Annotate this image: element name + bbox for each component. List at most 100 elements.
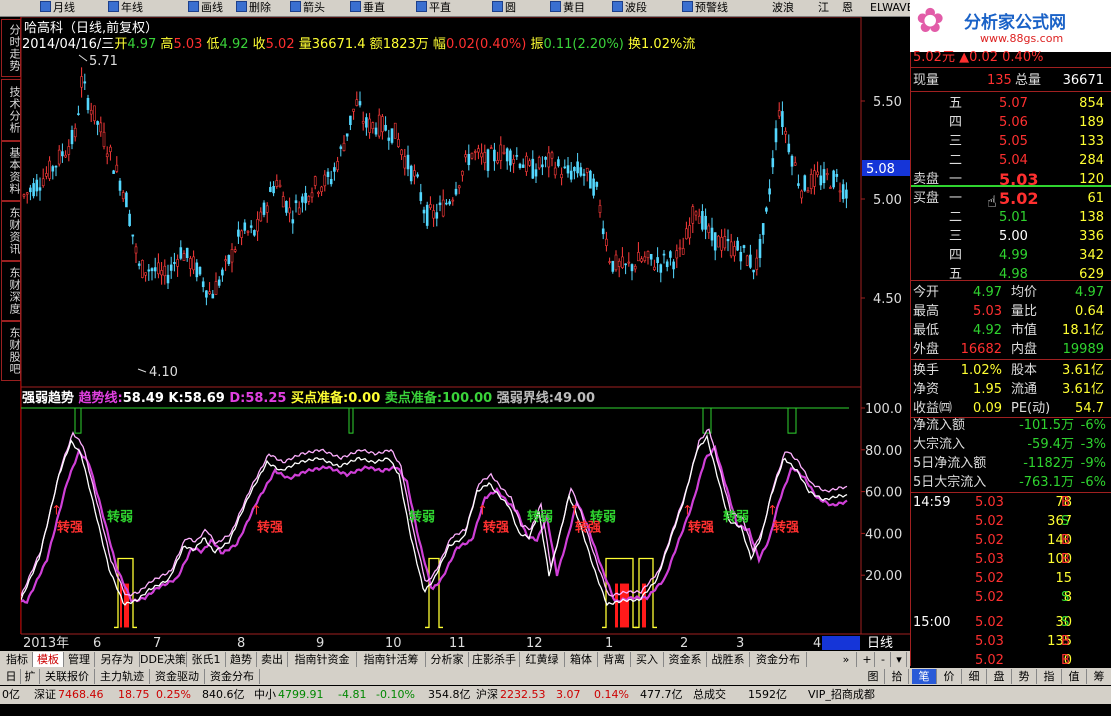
indicator-tab-15[interactable]: 买入 bbox=[631, 652, 664, 667]
toolbar-btn-14[interactable]: ELWAVE bbox=[870, 0, 914, 16]
indicator-tab-3[interactable]: 另存为 bbox=[95, 652, 140, 667]
view-tab-3[interactable]: 主力轨迹 bbox=[95, 669, 150, 684]
right-tab-4[interactable]: 势 bbox=[1012, 669, 1037, 684]
bid-row: 四 4.99 342 bbox=[911, 246, 1111, 265]
indicator-tab-9[interactable]: 指南针活筹 bbox=[357, 652, 426, 667]
candle bbox=[77, 105, 80, 116]
tool-icon bbox=[612, 1, 623, 12]
indicator-tab-11[interactable]: 庄影杀手 bbox=[469, 652, 520, 667]
vtab-2[interactable]: 基本资料 bbox=[1, 141, 21, 201]
stat-value: 5.03 bbox=[973, 304, 1002, 319]
candle bbox=[121, 190, 125, 202]
right-top-tab-1[interactable]: 拾 bbox=[886, 669, 909, 684]
candle bbox=[185, 247, 189, 262]
candle bbox=[54, 165, 58, 177]
view-tab-2[interactable]: 关联报价 bbox=[40, 669, 95, 684]
indicator-tab-6[interactable]: 趋势 bbox=[226, 652, 257, 667]
vtab-1[interactable]: 技术分析 bbox=[1, 79, 21, 141]
candle bbox=[678, 239, 682, 258]
candle bbox=[525, 152, 528, 176]
indicator-tab-5[interactable]: 张氏1 bbox=[187, 652, 226, 667]
candle bbox=[697, 208, 701, 224]
toolbar-btn-6[interactable]: 平直 bbox=[416, 0, 451, 16]
red-signal-bar bbox=[615, 583, 618, 628]
view-tab-5[interactable]: 资金分布 bbox=[205, 669, 260, 684]
right-tab-1[interactable]: 价 bbox=[937, 669, 962, 684]
right-tab-2[interactable]: 细 bbox=[962, 669, 987, 684]
view-tab-4[interactable]: 资金驱动 bbox=[150, 669, 205, 684]
toolbar-btn-9[interactable]: 波段 bbox=[612, 0, 647, 16]
toolbar-btn-7[interactable]: 圆 bbox=[492, 0, 516, 16]
toolbar-btn-11[interactable]: 波浪 bbox=[772, 0, 794, 16]
right-tab-0[interactable]: 笔 bbox=[912, 669, 937, 684]
indicator-tab-14[interactable]: 背离 bbox=[598, 652, 631, 667]
toolbar-btn-3[interactable]: 删除 bbox=[236, 0, 271, 16]
up-arrow-icon: ↑ bbox=[682, 504, 693, 519]
divider bbox=[911, 91, 1111, 92]
indicator-tab-12[interactable]: 红黄绿 bbox=[520, 652, 565, 667]
right-tab-7[interactable]: 筹 bbox=[1087, 669, 1111, 684]
cell: 流通 bbox=[1011, 382, 1038, 397]
vtab-3[interactable]: 东财资讯 bbox=[1, 201, 21, 261]
weak-signal-label: 转弱 bbox=[590, 509, 616, 525]
toolbar-btn-13[interactable]: 恩 bbox=[842, 0, 853, 16]
toolbar-btn-8[interactable]: 黄目 bbox=[550, 0, 585, 16]
red-signal-bar bbox=[120, 583, 122, 628]
candle bbox=[147, 264, 151, 281]
right-tab-3[interactable]: 盘 bbox=[987, 669, 1012, 684]
indicator-tab-8[interactable]: 指南针资金 bbox=[288, 652, 357, 667]
toolbar-btn-1[interactable]: 年线 bbox=[108, 0, 143, 16]
tool-icon bbox=[188, 1, 199, 12]
ask-price: 5.04 bbox=[999, 153, 1028, 168]
tick-price: 5.03 bbox=[975, 552, 1004, 567]
indicator-tab-13[interactable]: 箱体 bbox=[565, 652, 598, 667]
indicator-tab-1[interactable]: 模板 bbox=[33, 652, 64, 667]
flow-value: -1182万 bbox=[1023, 456, 1074, 471]
candle bbox=[614, 250, 618, 272]
toolbar-btn-12[interactable]: 江 bbox=[818, 0, 829, 16]
candle bbox=[99, 116, 103, 137]
indicator-tab-7[interactable]: 卖出 bbox=[257, 652, 288, 667]
view-tab-1[interactable]: 扩 bbox=[21, 669, 40, 684]
indicator-tab-2[interactable]: 管理 bbox=[64, 652, 95, 667]
zoom-out-icon[interactable]: - bbox=[876, 652, 891, 667]
indicator-tab-17[interactable]: 战胜系 bbox=[707, 652, 750, 667]
vtab-5[interactable]: 东财股吧 bbox=[1, 321, 21, 381]
logo-title: 分析家公式网 bbox=[964, 13, 1066, 33]
candle bbox=[486, 148, 490, 178]
zoom-in-icon[interactable]: + bbox=[860, 652, 875, 667]
indicator-tab-18[interactable]: 资金分布 bbox=[750, 652, 807, 667]
bid-volume: 342 bbox=[1079, 248, 1104, 263]
indicator-tab-4[interactable]: DDE决策 bbox=[140, 652, 187, 667]
candle bbox=[381, 114, 384, 140]
toolbar-btn-10[interactable]: 预警线 bbox=[682, 0, 728, 16]
tab-scroll-right-icon[interactable]: » bbox=[836, 652, 857, 667]
candle bbox=[461, 170, 464, 182]
dropdown-icon[interactable]: ▾ bbox=[892, 652, 907, 667]
candle bbox=[390, 128, 394, 145]
candle bbox=[153, 257, 157, 279]
right-tab-5[interactable]: 指 bbox=[1037, 669, 1062, 684]
toolbar-btn-2[interactable]: 画线 bbox=[188, 0, 223, 16]
cell: 二 bbox=[949, 210, 963, 225]
stat-value: 18.1亿 bbox=[1062, 323, 1104, 338]
candle bbox=[662, 249, 666, 264]
toolbar-btn-4[interactable]: 箭头 bbox=[290, 0, 325, 16]
toolbar-btn-0[interactable]: 月线 bbox=[40, 0, 75, 16]
indicator-tab-10[interactable]: 分析家 bbox=[426, 652, 469, 667]
cell: 今开 bbox=[913, 285, 940, 300]
indicator-tab-0[interactable]: 指标 bbox=[2, 652, 33, 667]
vtab-0[interactable]: 分时走势 bbox=[1, 19, 21, 77]
tick-row: 15:00 5.02 30 S bbox=[911, 613, 1111, 632]
toolbar-btn-5[interactable]: 垂直 bbox=[350, 0, 385, 16]
candle bbox=[169, 256, 173, 279]
right-top-tab-0[interactable]: 图 bbox=[862, 669, 885, 684]
view-tab-0[interactable]: 日 bbox=[2, 669, 21, 684]
vtab-4[interactable]: 东财深度 bbox=[1, 261, 21, 321]
candle bbox=[742, 244, 746, 253]
indicator-tab-16[interactable]: 资金系 bbox=[664, 652, 707, 667]
stats-row: 今开 4.97 均价 4.97 bbox=[911, 283, 1111, 302]
tick-volume: 15 bbox=[1055, 571, 1072, 586]
candle bbox=[595, 181, 599, 190]
right-tab-6[interactable]: 值 bbox=[1062, 669, 1087, 684]
